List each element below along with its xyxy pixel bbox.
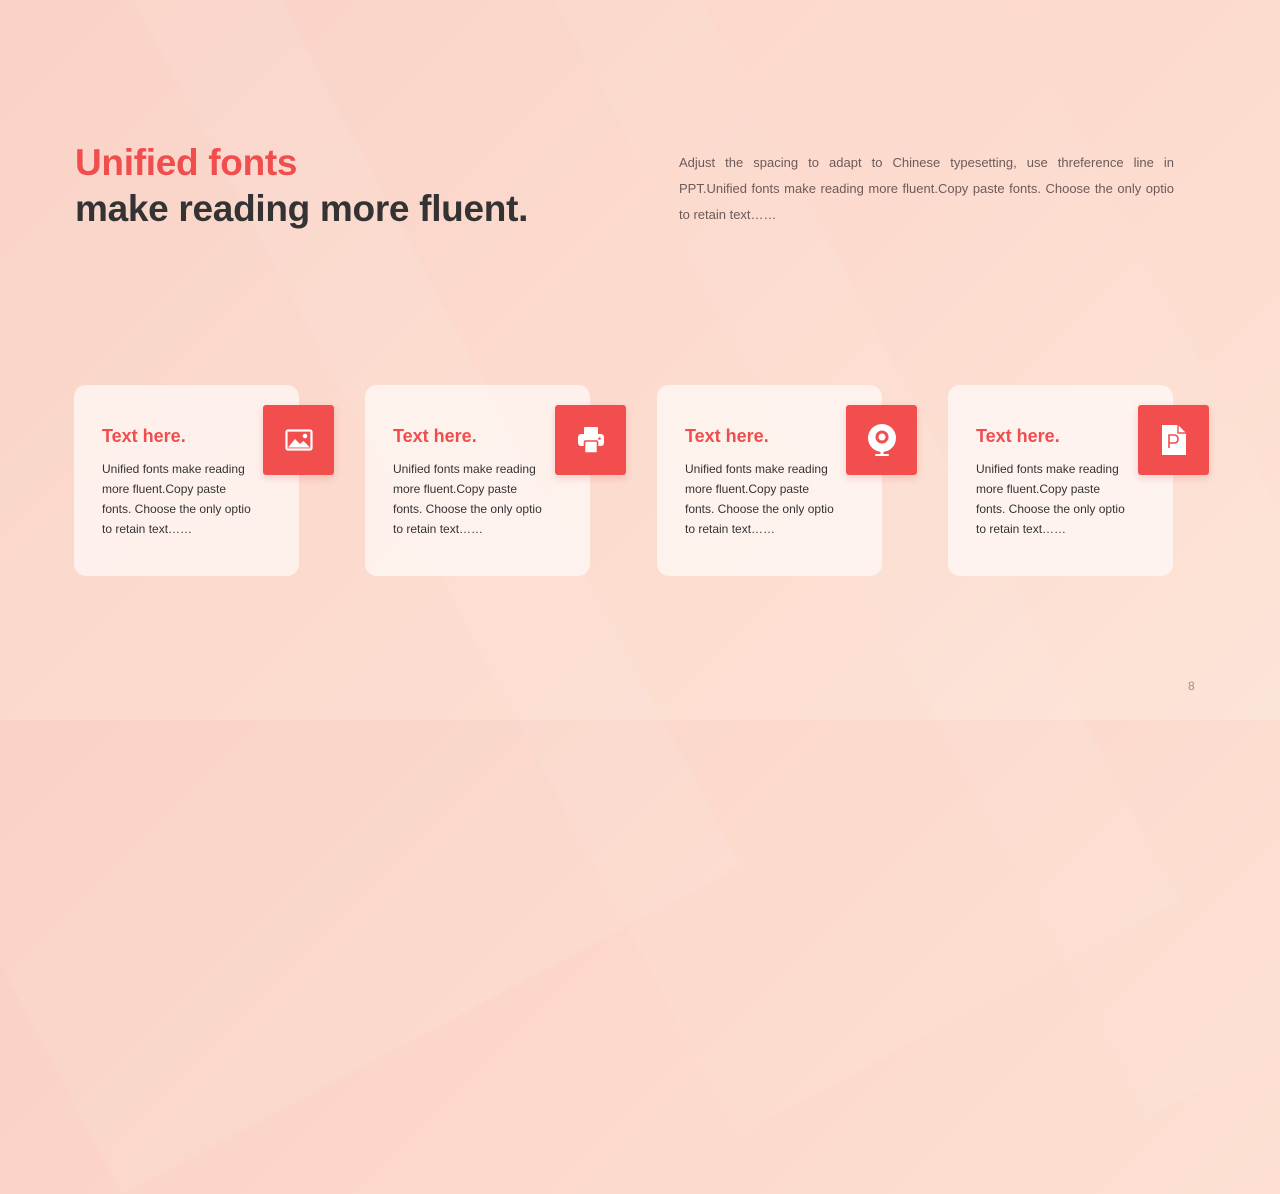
printer-icon [555, 405, 626, 475]
card-title: Text here. [393, 426, 477, 446]
card-text: Unified fonts make reading more fluent.C… [976, 462, 1125, 536]
card-title: Text here. [685, 426, 769, 446]
webcam-icon [846, 405, 917, 475]
description-text: Adjust the spacing to adapt to Chinese t… [679, 155, 1174, 222]
card-text: Unified fonts make reading more fluent.C… [393, 462, 542, 536]
page-number: 8 [1188, 679, 1195, 693]
card-text: Unified fonts make reading more fluent.C… [102, 462, 251, 536]
ppt-file-icon [1138, 405, 1209, 475]
title-subline: make reading more fluent. [75, 188, 529, 229]
card-text: Unified fonts make reading more fluent.C… [685, 462, 834, 536]
card-title: Text here. [976, 426, 1060, 446]
card-title: Text here. [102, 426, 186, 446]
image-icon [263, 405, 334, 475]
title-highlight: Unified fonts [75, 142, 298, 183]
